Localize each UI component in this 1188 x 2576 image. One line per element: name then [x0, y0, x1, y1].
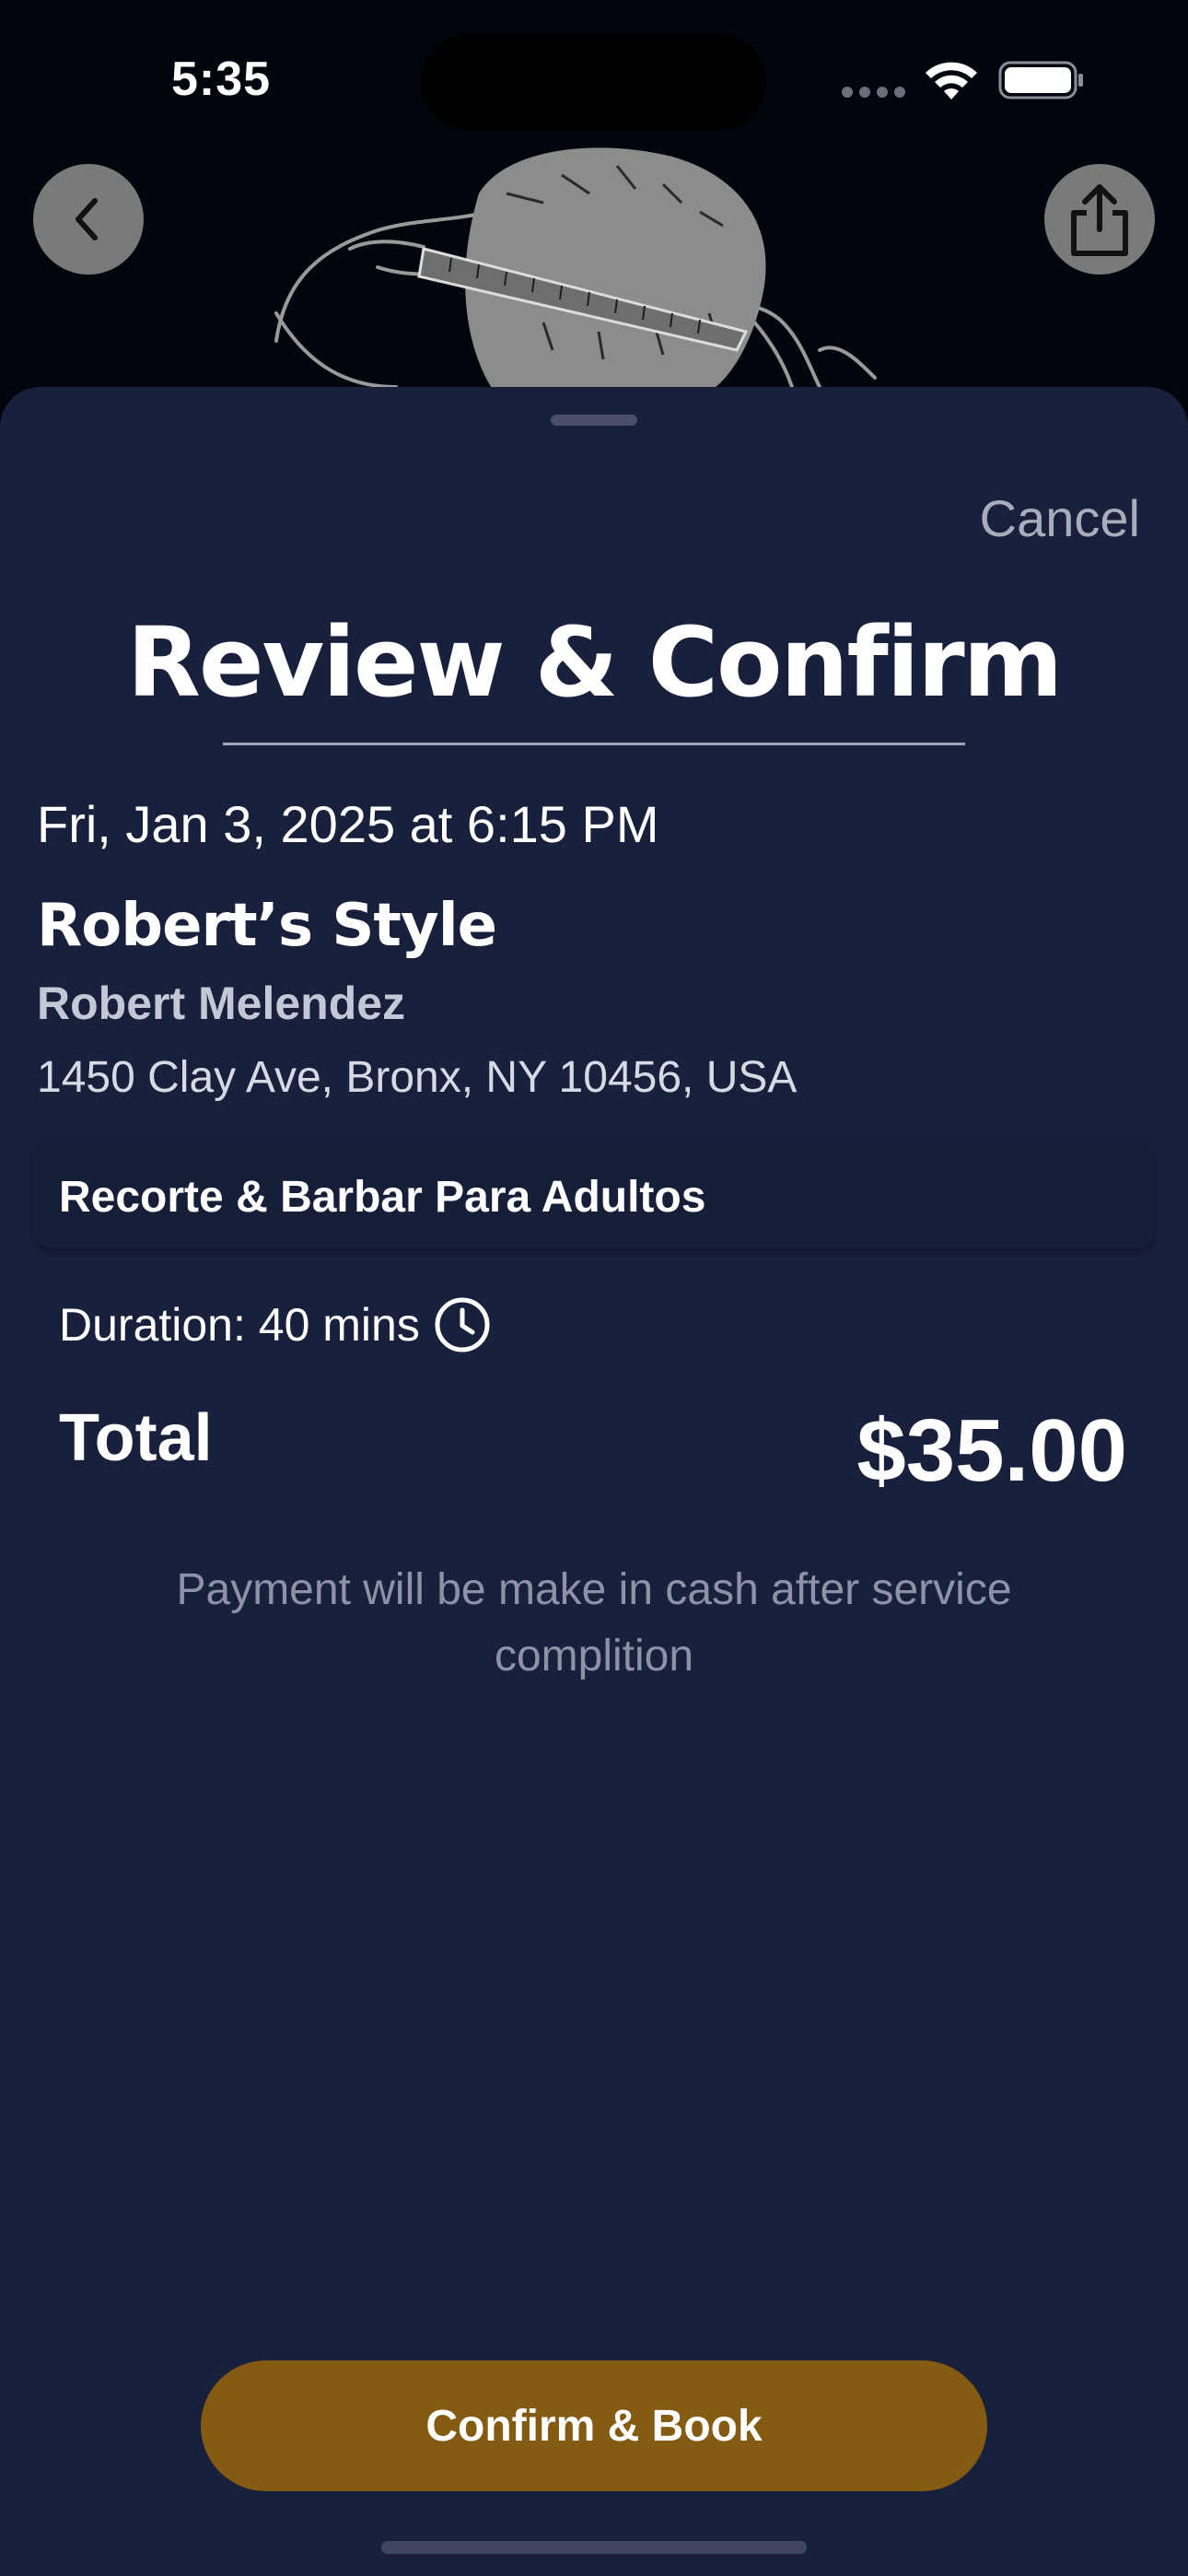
shop-address: 1450 Clay Ave, Bronx, NY 10456, USA: [37, 1053, 798, 1102]
total-label: Total: [59, 1401, 213, 1475]
status-bar: 5:35: [0, 0, 1188, 157]
share-button[interactable]: [1044, 164, 1155, 275]
payment-note: Payment will be make in cash after servi…: [176, 1565, 1012, 1680]
battery-icon: [998, 61, 1083, 100]
share-icon: [1071, 184, 1128, 256]
barber-haircut-illustration: [274, 147, 877, 396]
service-name: Recorte & Barbar Para Adultos: [59, 1173, 706, 1222]
cellular-signal-icon: [842, 87, 906, 98]
home-indicator: [381, 2541, 807, 2554]
duration-text: Duration: 40 mins: [59, 1299, 420, 1351]
duration-row: Duration: 40 mins: [59, 1290, 492, 1360]
service-card: Recorte & Barbar Para Adultos: [35, 1142, 1153, 1247]
wifi-icon: [926, 62, 977, 100]
shop-name: Robert’s Style: [37, 892, 497, 960]
dynamic-island: [421, 33, 766, 131]
chevron-left-icon: [76, 198, 98, 240]
booking-review-screen: 5:35 Cancel Review & Confirm Fri, Jan 3,…: [0, 0, 1188, 2576]
page-title: Review & Confirm: [126, 606, 1063, 719]
status-time: 5:35: [171, 53, 272, 106]
barber-name: Robert Melendez: [37, 978, 406, 1029]
review-sheet: Cancel Review & Confirm Fri, Jan 3, 2025…: [0, 387, 1188, 2576]
clock-icon: [435, 1297, 490, 1352]
total-amount: $35.00: [856, 1401, 1127, 1500]
sheet-grabber[interactable]: [551, 415, 637, 426]
confirm-book-button[interactable]: Confirm & Book: [201, 2360, 987, 2491]
back-button[interactable]: [33, 164, 144, 275]
appointment-datetime: Fri, Jan 3, 2025 at 6:15 PM: [37, 795, 659, 853]
cancel-button[interactable]: Cancel: [980, 488, 1140, 548]
title-divider: [223, 743, 965, 745]
